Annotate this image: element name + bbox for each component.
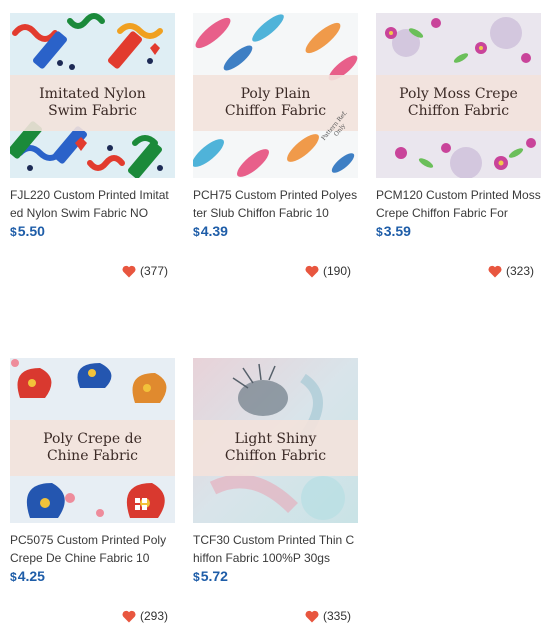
product-title[interactable]: FJL220 Custom Printed Imitated Nylon Swi… bbox=[10, 186, 175, 222]
heart-icon bbox=[305, 265, 319, 277]
heart-icon bbox=[305, 610, 319, 622]
product-title[interactable]: PC5075 Custom Printed Poly Crepe De Chin… bbox=[10, 531, 175, 567]
product-card[interactable]: Poly Plain Chiffon Fabric Pattern Ref. O… bbox=[193, 13, 358, 241]
banner-line-1: Imitated Nylon bbox=[39, 86, 146, 102]
product-image[interactable]: Imitated Nylon Swim Fabric bbox=[10, 13, 175, 178]
product-card[interactable]: Imitated Nylon Swim Fabric FJL220 Custom… bbox=[10, 13, 175, 241]
banner-line-2: Chiffon Fabric bbox=[407, 103, 510, 119]
currency-symbol: $ bbox=[376, 225, 383, 239]
banner-line-2: Chiffon Fabric bbox=[224, 448, 327, 464]
product-image[interactable]: Poly Crepe de Chine Fabric bbox=[10, 358, 175, 523]
product-image[interactable]: Poly Moss Crepe Chiffon Fabric bbox=[376, 13, 541, 178]
price-value: 5.72 bbox=[200, 568, 228, 584]
product-banner: Poly Moss Crepe Chiffon Fabric bbox=[376, 75, 541, 131]
like-count-value: (335) bbox=[323, 609, 352, 623]
banner-line-1: Poly Plain bbox=[240, 86, 311, 102]
product-card[interactable]: Poly Moss Crepe Chiffon Fabric PCM120 Cu… bbox=[376, 13, 541, 241]
banner-line-1: Poly Crepe de bbox=[43, 431, 142, 447]
like-count-value: (377) bbox=[140, 264, 169, 278]
banner-line-2: Chiffon Fabric bbox=[224, 103, 327, 119]
like-count-value: (323) bbox=[506, 264, 535, 278]
like-count[interactable]: (323) bbox=[488, 264, 553, 278]
price-value: 4.39 bbox=[200, 223, 228, 239]
product-card[interactable]: Poly Crepe de Chine Fabric PC5075 Custom… bbox=[10, 358, 175, 586]
like-count-value: (190) bbox=[323, 264, 352, 278]
price-value: 5.50 bbox=[17, 223, 45, 239]
banner-line-1: Poly Moss Crepe bbox=[399, 86, 518, 102]
product-banner: Light Shiny Chiffon Fabric bbox=[193, 420, 358, 476]
product-banner: Poly Crepe de Chine Fabric bbox=[10, 420, 175, 476]
currency-symbol: $ bbox=[193, 225, 200, 239]
product-title[interactable]: PCH75 Custom Printed Polyester Slub Chif… bbox=[193, 186, 358, 222]
product-price: $3.59 bbox=[376, 223, 541, 241]
product-card[interactable]: Light Shiny Chiffon Fabric TCF30 Custom … bbox=[193, 358, 358, 586]
product-price: $5.72 bbox=[193, 568, 358, 586]
banner-line-2: Swim Fabric bbox=[48, 103, 137, 119]
like-count[interactable]: (335) bbox=[305, 609, 553, 623]
product-price: $5.50 bbox=[10, 223, 175, 241]
banner-line-2: Chine Fabric bbox=[46, 448, 139, 464]
price-value: 4.25 bbox=[17, 568, 45, 584]
product-price: $4.39 bbox=[193, 223, 358, 241]
heart-icon bbox=[488, 265, 502, 277]
product-banner: Imitated Nylon Swim Fabric bbox=[10, 75, 175, 131]
product-price: $4.25 bbox=[10, 568, 175, 586]
product-image[interactable]: Poly Plain Chiffon Fabric Pattern Ref. O… bbox=[193, 13, 358, 178]
currency-symbol: $ bbox=[10, 225, 17, 239]
heart-icon bbox=[122, 265, 136, 277]
price-value: 3.59 bbox=[383, 223, 411, 239]
product-title[interactable]: TCF30 Custom Printed Thin Chiffon Fabric… bbox=[193, 531, 358, 567]
currency-symbol: $ bbox=[193, 570, 200, 584]
banner-line-1: Light Shiny bbox=[234, 431, 317, 447]
heart-icon bbox=[122, 610, 136, 622]
product-image[interactable]: Light Shiny Chiffon Fabric bbox=[193, 358, 358, 523]
product-grid: Imitated Nylon Swim Fabric FJL220 Custom… bbox=[0, 0, 553, 630]
currency-symbol: $ bbox=[10, 570, 17, 584]
product-title[interactable]: PCM120 Custom Printed Moss Crepe Chiffon… bbox=[376, 186, 541, 222]
like-count-value: (293) bbox=[140, 609, 169, 623]
